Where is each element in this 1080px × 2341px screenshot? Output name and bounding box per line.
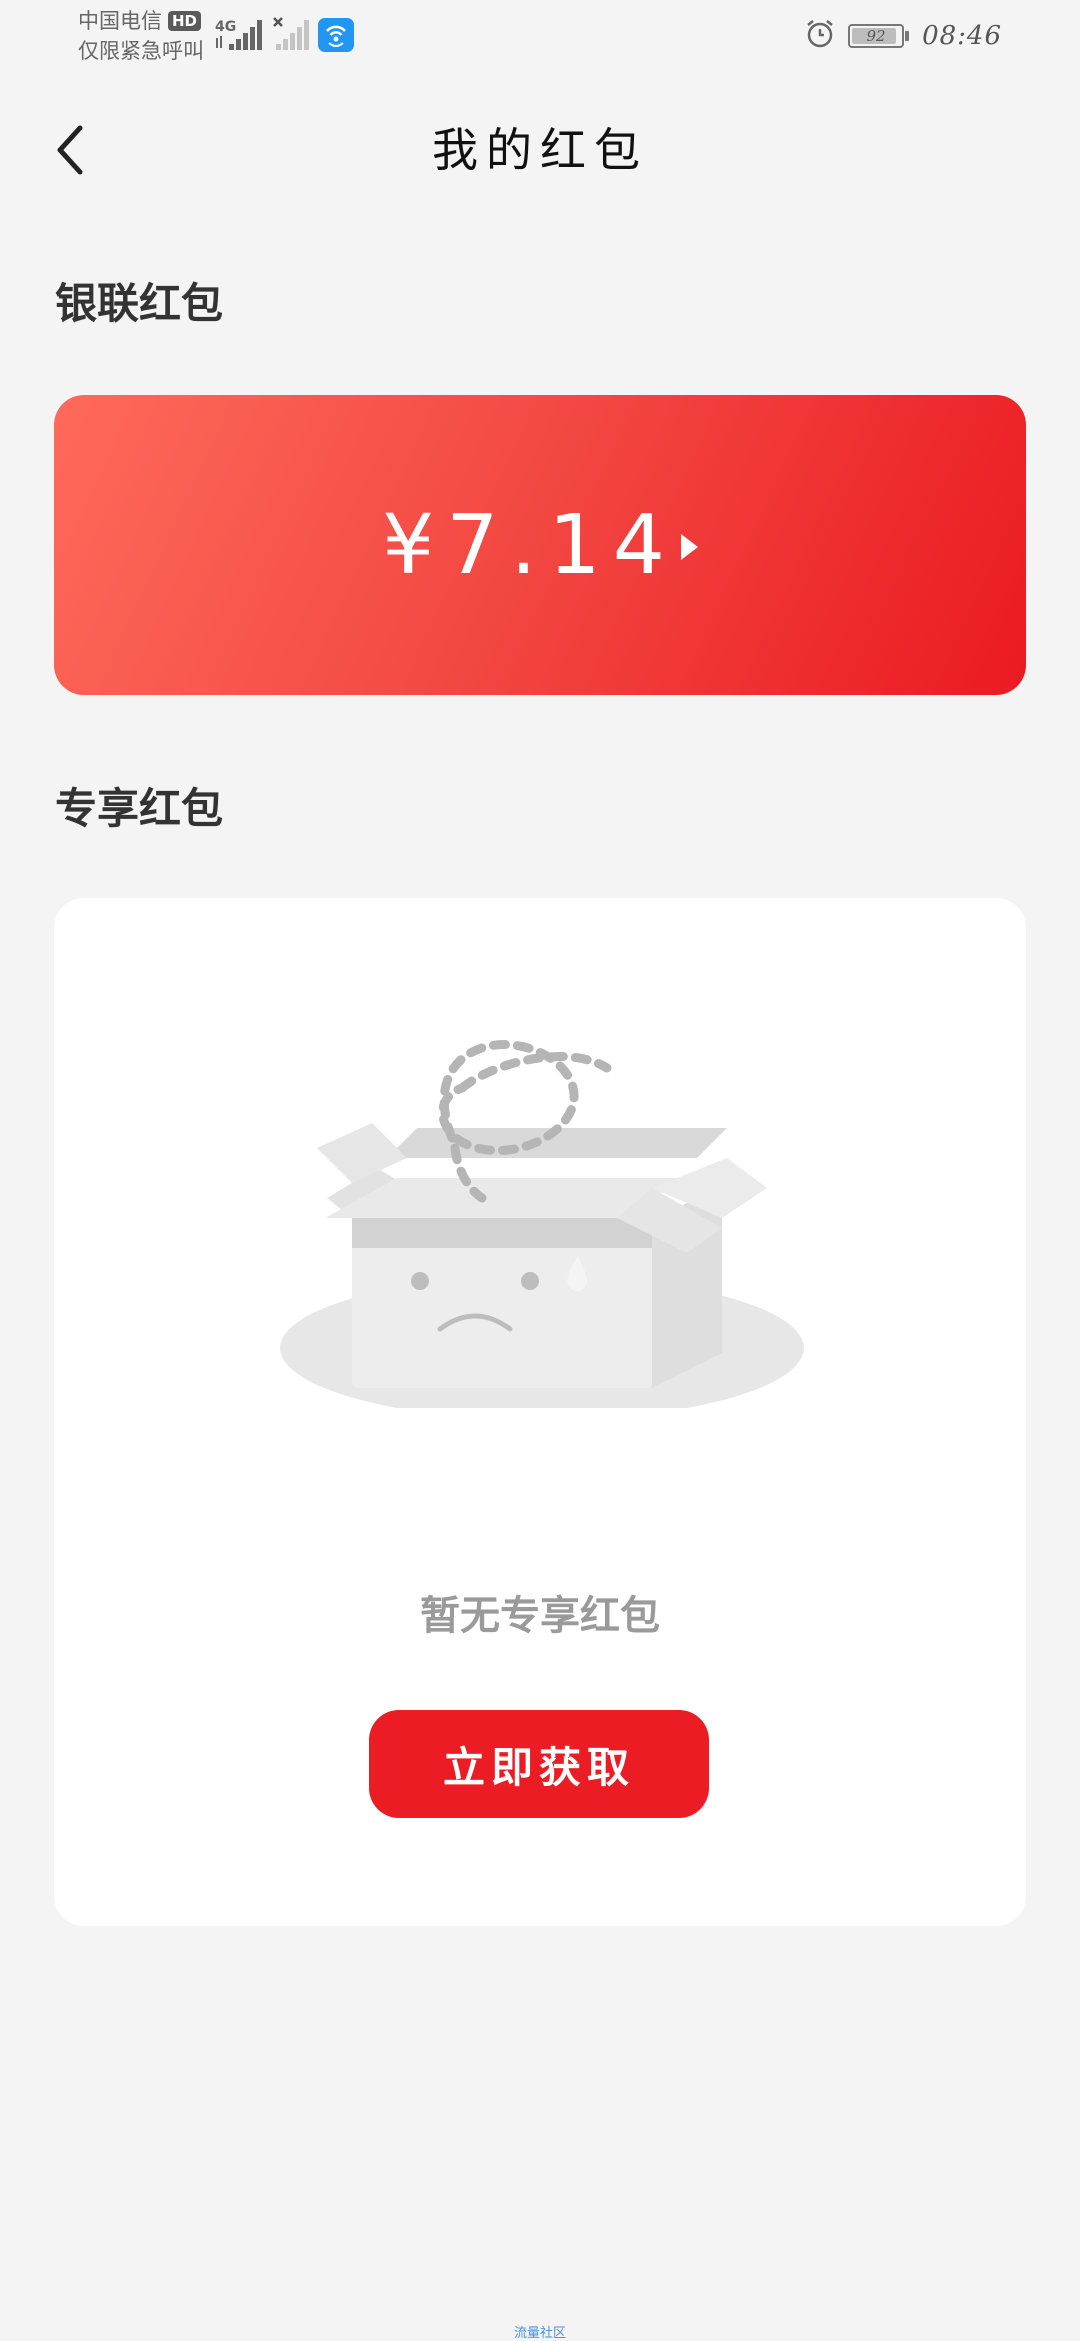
hd-badge: HD bbox=[168, 11, 202, 31]
get-now-button[interactable]: 立即获取 bbox=[369, 1710, 709, 1818]
network-type-label: 4G bbox=[215, 19, 236, 35]
unionpay-redpacket-card[interactable]: ¥7.14 bbox=[54, 395, 1026, 695]
page-title: 我的红包 bbox=[432, 123, 648, 177]
carrier-info: 中国电信 HD 仅限紧急呼叫 bbox=[78, 6, 204, 66]
unionpay-section-title: 银联红包 bbox=[55, 279, 224, 328]
clock-time: 08:46 bbox=[922, 21, 1002, 51]
chevron-left-icon bbox=[57, 125, 83, 175]
carrier-name: 中国电信 bbox=[78, 9, 162, 33]
exclusive-section-title: 专享红包 bbox=[55, 784, 224, 833]
empty-box-illustration bbox=[277, 1028, 807, 1420]
status-right-group: 92 08:46 bbox=[804, 18, 1002, 54]
emergency-only-text: 仅限紧急呼叫 bbox=[78, 39, 204, 63]
signal-4g-icon: 4G bbox=[215, 16, 267, 58]
alarm-icon bbox=[804, 18, 836, 54]
back-button[interactable] bbox=[38, 118, 102, 182]
battery-level: 92 bbox=[866, 27, 886, 45]
empty-state-text: 暂无专享红包 bbox=[420, 1593, 660, 1639]
battery-icon: 92 bbox=[848, 24, 910, 48]
wifi-calling-icon bbox=[318, 18, 354, 52]
caret-right-icon bbox=[680, 534, 698, 560]
redpacket-amount: ¥7.14 bbox=[382, 497, 677, 593]
status-bar: 中国电信 HD 仅限紧急呼叫 4G 92 08:46 bbox=[0, 0, 1080, 80]
signal-no-service-icon bbox=[272, 16, 312, 58]
watermark-text: 流量社区 bbox=[513, 2326, 566, 2341]
exclusive-redpacket-card: 暂无专享红包 立即获取 bbox=[54, 898, 1026, 1926]
nav-bar: 我的红包 bbox=[0, 100, 1080, 200]
